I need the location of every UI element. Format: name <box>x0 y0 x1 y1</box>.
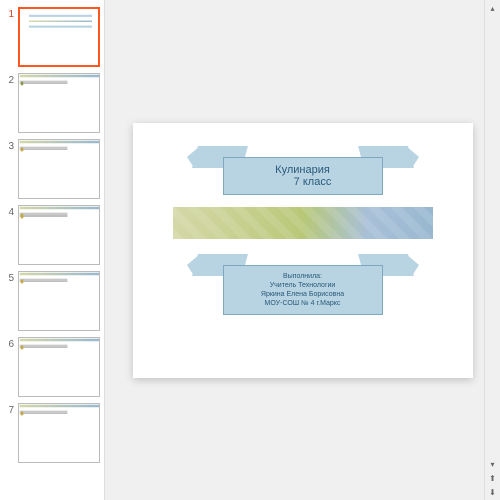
author-banner: Выполнила: Учитель Технологии Яркина Еле… <box>203 251 403 315</box>
slide-number: 6 <box>4 337 14 350</box>
presentation-app: 1 2 <box>0 0 500 500</box>
thumbnail-item[interactable]: 3 <box>0 136 104 202</box>
slide-thumbnail-7[interactable] <box>18 403 100 463</box>
thumbnail-item[interactable]: 5 <box>0 268 104 334</box>
decorative-strip <box>173 207 433 239</box>
author-line1: Выполнила: <box>234 272 372 281</box>
slide-thumbnail-5[interactable] <box>18 271 100 331</box>
title-box: Кулинария 7 класс <box>223 157 383 195</box>
thumbnail-item[interactable]: 2 <box>0 70 104 136</box>
slide-number: 3 <box>4 139 14 152</box>
author-line3: Яркина Елена Борисовна <box>234 290 372 299</box>
slide-thumbnails-panel: 1 2 <box>0 0 105 500</box>
slide-number: 1 <box>4 7 14 20</box>
slide-canvas-area: Кулинария 7 класс Выполнила: Учитель Тех… <box>105 0 500 500</box>
slide-number: 7 <box>4 403 14 416</box>
author-line2: Учитель Технологии <box>234 281 372 290</box>
slide-number: 4 <box>4 205 14 218</box>
thumbnail-item[interactable]: 6 <box>0 334 104 400</box>
slide-number: 5 <box>4 271 14 284</box>
thumbnail-item[interactable]: 7 <box>0 400 104 466</box>
scroll-down-icon[interactable]: ▾ <box>487 458 499 470</box>
next-slide-icon[interactable]: ⬇ <box>487 486 499 498</box>
vertical-scrollbar[interactable]: ▴ ▾ ⬆ ⬇ <box>484 0 500 500</box>
slide-number: 2 <box>4 73 14 86</box>
author-box: Выполнила: Учитель Технологии Яркина Еле… <box>223 265 383 315</box>
thumbnail-item[interactable]: 1 <box>0 4 104 70</box>
current-slide[interactable]: Кулинария 7 класс Выполнила: Учитель Тех… <box>133 123 473 378</box>
slide-thumbnail-3[interactable] <box>18 139 100 199</box>
slide-thumbnail-2[interactable] <box>18 73 100 133</box>
slide-thumbnail-6[interactable] <box>18 337 100 397</box>
scroll-up-icon[interactable]: ▴ <box>487 2 499 14</box>
thumbnail-item[interactable]: 4 <box>0 202 104 268</box>
title-banner: Кулинария 7 класс <box>203 143 403 195</box>
author-line4: МОУ-СОШ № 4 г.Маркс <box>234 299 372 308</box>
slide-thumbnail-1[interactable] <box>18 7 100 67</box>
slide-thumbnail-4[interactable] <box>18 205 100 265</box>
prev-slide-icon[interactable]: ⬆ <box>487 472 499 484</box>
title-line1: Кулинария <box>234 164 372 176</box>
title-line2: 7 класс <box>234 176 372 188</box>
